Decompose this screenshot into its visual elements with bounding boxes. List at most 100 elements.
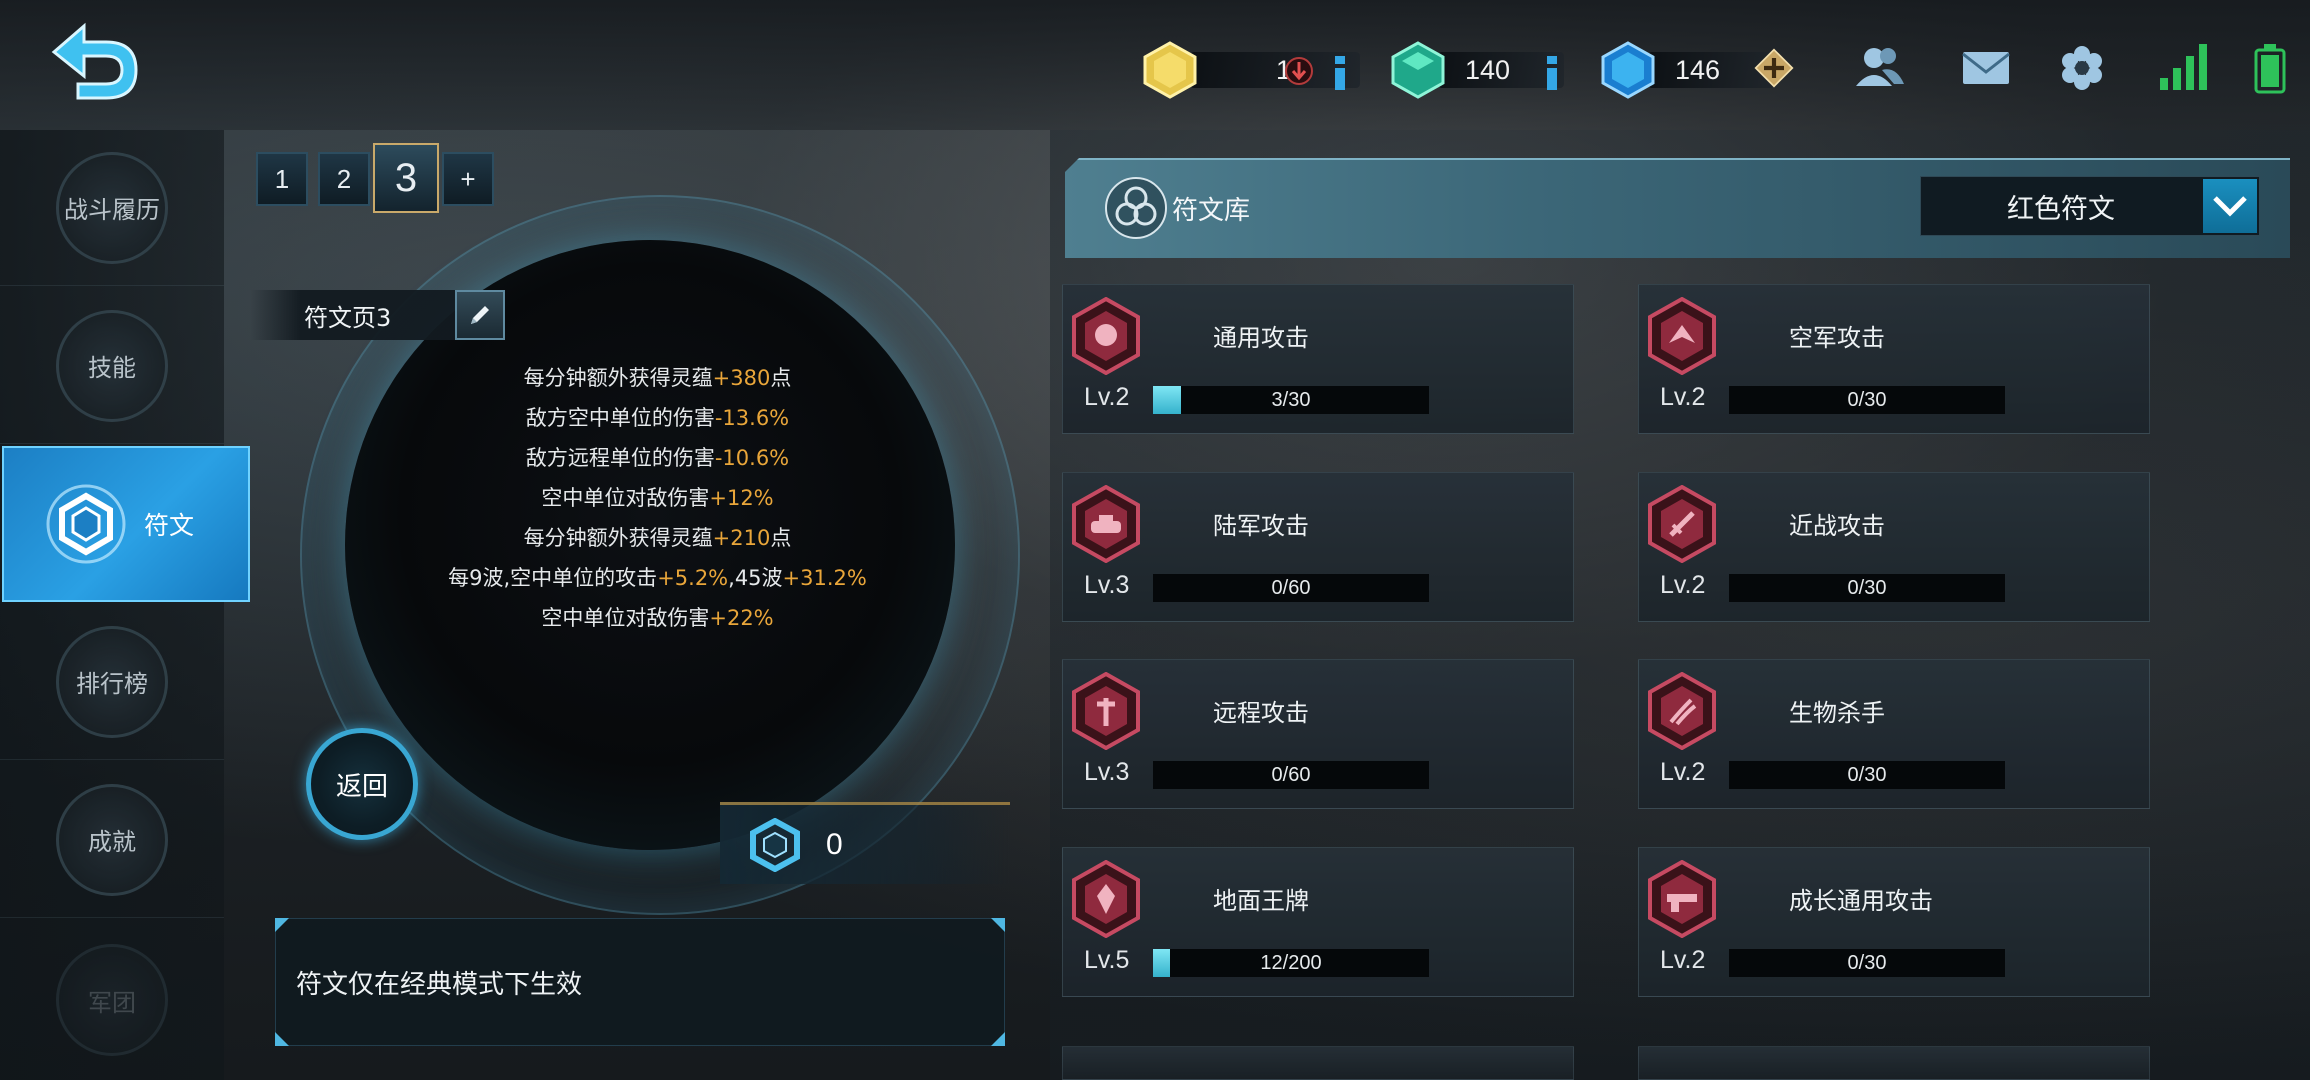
notice-text: 符文仅在经典模式下生效: [296, 969, 583, 1000]
effect-line: 敌方远程单位的伤害-10.6%: [525, 446, 790, 470]
rune-hex-icon: [750, 817, 800, 872]
corner-decoration: [991, 1032, 1005, 1046]
info-icon[interactable]: [1532, 52, 1572, 92]
effect-line: 空中单位对敌伤害+22%: [541, 606, 774, 630]
rune-card-partial[interactable]: [1062, 1046, 1574, 1080]
rune-card[interactable]: 空军攻击 Lv.2 0/30: [1638, 284, 2150, 434]
corner-decoration: [275, 1032, 289, 1046]
gold-hex-icon: [1143, 41, 1197, 99]
currency-blue: 146: [1598, 40, 1794, 99]
dropdown-selected-value: 红色符文: [2007, 193, 2115, 225]
rune-card-partial[interactable]: [1638, 1046, 2150, 1080]
sidebar-item-skills[interactable]: 技能: [0, 288, 224, 444]
back-button[interactable]: [44, 20, 144, 104]
tank-rune-icon: [1072, 485, 1140, 563]
effect-line: 每9波,空中单位的攻击+5.2%,45波+31.2%: [448, 566, 867, 590]
sidebar-item-ring: 技能: [56, 309, 168, 422]
top-bar: 16 140 146: [0, 0, 2310, 130]
rune-progress-bar: 0/30: [1729, 949, 2005, 977]
rune-level: Lv.2: [1084, 383, 1130, 411]
rune-progress-text: 0/60: [1271, 577, 1311, 599]
rune-name: 成长通用攻击: [1789, 887, 1933, 915]
rune-level: Lv.5: [1084, 946, 1130, 974]
sidebar-item-label: 符文: [144, 511, 195, 540]
signal-icon: [2160, 44, 2207, 90]
info-icon[interactable]: [1320, 52, 1360, 92]
rune-card[interactable]: 远程攻击 Lv.3 0/60: [1062, 659, 1574, 809]
mail-icon[interactable]: [1958, 40, 2014, 96]
tab-page-1[interactable]: 1: [256, 152, 308, 206]
friends-icon[interactable]: [1852, 40, 1908, 96]
pencil-icon: [471, 306, 489, 324]
rune-color-filter-dropdown[interactable]: 红色符文: [1920, 176, 2260, 236]
notice-box: 符文仅在经典模式下生效: [275, 918, 1005, 1046]
rune-library-title: 符文库: [1172, 196, 1251, 226]
rune-progress-bar: 0/30: [1729, 761, 2005, 789]
return-button[interactable]: 返回: [306, 728, 418, 840]
rune-progress-text: 0/30: [1847, 952, 1887, 974]
rune-count-bar: 0: [720, 802, 1010, 884]
rune-card[interactable]: 地面王牌 Lv.5 12/200: [1062, 847, 1574, 997]
rune-hex-icon: [46, 484, 126, 564]
tab-page-2[interactable]: 2: [318, 152, 370, 206]
emblem-rune-icon: [1072, 860, 1140, 938]
rename-button[interactable]: [455, 290, 505, 340]
corner-decoration: [275, 918, 289, 932]
rune-card[interactable]: 生物杀手 Lv.2 0/30: [1638, 659, 2150, 809]
rune-name: 生物杀手: [1789, 699, 1885, 727]
green-crystal-icon: [1391, 41, 1445, 99]
skull-rune-icon: [1072, 297, 1140, 375]
sidebar-item-ring: 成就: [56, 783, 168, 896]
rune-page-name: 符文页3: [304, 303, 392, 332]
add-page-button[interactable]: +: [442, 152, 494, 206]
sidebar-item-ring: 战斗履历: [56, 151, 168, 264]
rune-progress-bar: 0/30: [1729, 574, 2005, 602]
rune-card[interactable]: 陆军攻击 Lv.3 0/60: [1062, 472, 1574, 622]
gun-rune-icon: [1648, 860, 1716, 938]
currency-green: 140: [1388, 40, 1568, 99]
sidebar-item-label: 军团: [88, 988, 136, 1017]
rune-level: Lv.3: [1084, 758, 1130, 786]
rune-name: 空军攻击: [1789, 324, 1885, 352]
sidebar-item-ring: 军团: [56, 944, 168, 1056]
rune-progress-text: 3/30: [1271, 389, 1311, 411]
sidebar-item-label: 技能: [88, 354, 136, 382]
sidebar-item-leaderboard[interactable]: 排行榜: [0, 604, 224, 760]
blue-crystal-icon: [1601, 41, 1655, 99]
rune-progress-text: 0/60: [1271, 764, 1311, 786]
effect-line: 每分钟额外获得灵蕴+380点: [523, 366, 792, 390]
rune-progress-bar: 0/60: [1153, 574, 1429, 602]
settings-icon[interactable]: [2054, 40, 2110, 96]
effect-line: 空中单位对敌伤害+12%: [541, 486, 774, 510]
rune-level: Lv.2: [1660, 946, 1706, 974]
sidebar-item-battle-history[interactable]: 战斗履历: [0, 130, 224, 286]
return-label: 返回: [335, 771, 388, 802]
sidebar-item-label: 排行榜: [76, 670, 148, 698]
sidebar-item-label: 成就: [88, 828, 136, 856]
sidebar-item-runes[interactable]: 符文: [2, 446, 250, 602]
sidebar-item-achievements[interactable]: 成就: [0, 762, 224, 918]
chevron-down-icon: [2213, 196, 2247, 217]
rune-progress-bar: 0/30: [1729, 386, 2005, 414]
sidebar-item-legion[interactable]: 军团: [0, 920, 224, 1080]
tab-page-3[interactable]: 3: [373, 143, 439, 213]
rune-name: 通用攻击: [1213, 324, 1309, 352]
rune-card[interactable]: 成长通用攻击 Lv.2 0/30: [1638, 847, 2150, 997]
plus-icon[interactable]: [1754, 48, 1794, 88]
currency-gold: 16: [1140, 40, 1360, 99]
rune-card[interactable]: 近战攻击 Lv.2 0/30: [1638, 472, 2150, 622]
rune-card[interactable]: 通用攻击 Lv.2 3/30: [1062, 284, 1574, 434]
arrow-rune-icon: [1072, 672, 1140, 750]
battery-icon: [2254, 44, 2286, 94]
corner-decoration: [991, 918, 1005, 932]
dropdown-arrow[interactable]: [2203, 179, 2257, 233]
wing-rune-icon: [1648, 297, 1716, 375]
rune-library-icon: [1105, 177, 1167, 239]
sidebar-item-ring: 排行榜: [56, 625, 168, 738]
back-arrow-icon: [51, 22, 138, 100]
rune-progress-text: 0/30: [1847, 389, 1887, 411]
sword-rune-icon: [1648, 485, 1716, 563]
effect-line: 每分钟额外获得灵蕴+210点: [523, 526, 792, 550]
rune-name: 陆军攻击: [1213, 512, 1309, 540]
rune-name: 近战攻击: [1789, 512, 1885, 540]
